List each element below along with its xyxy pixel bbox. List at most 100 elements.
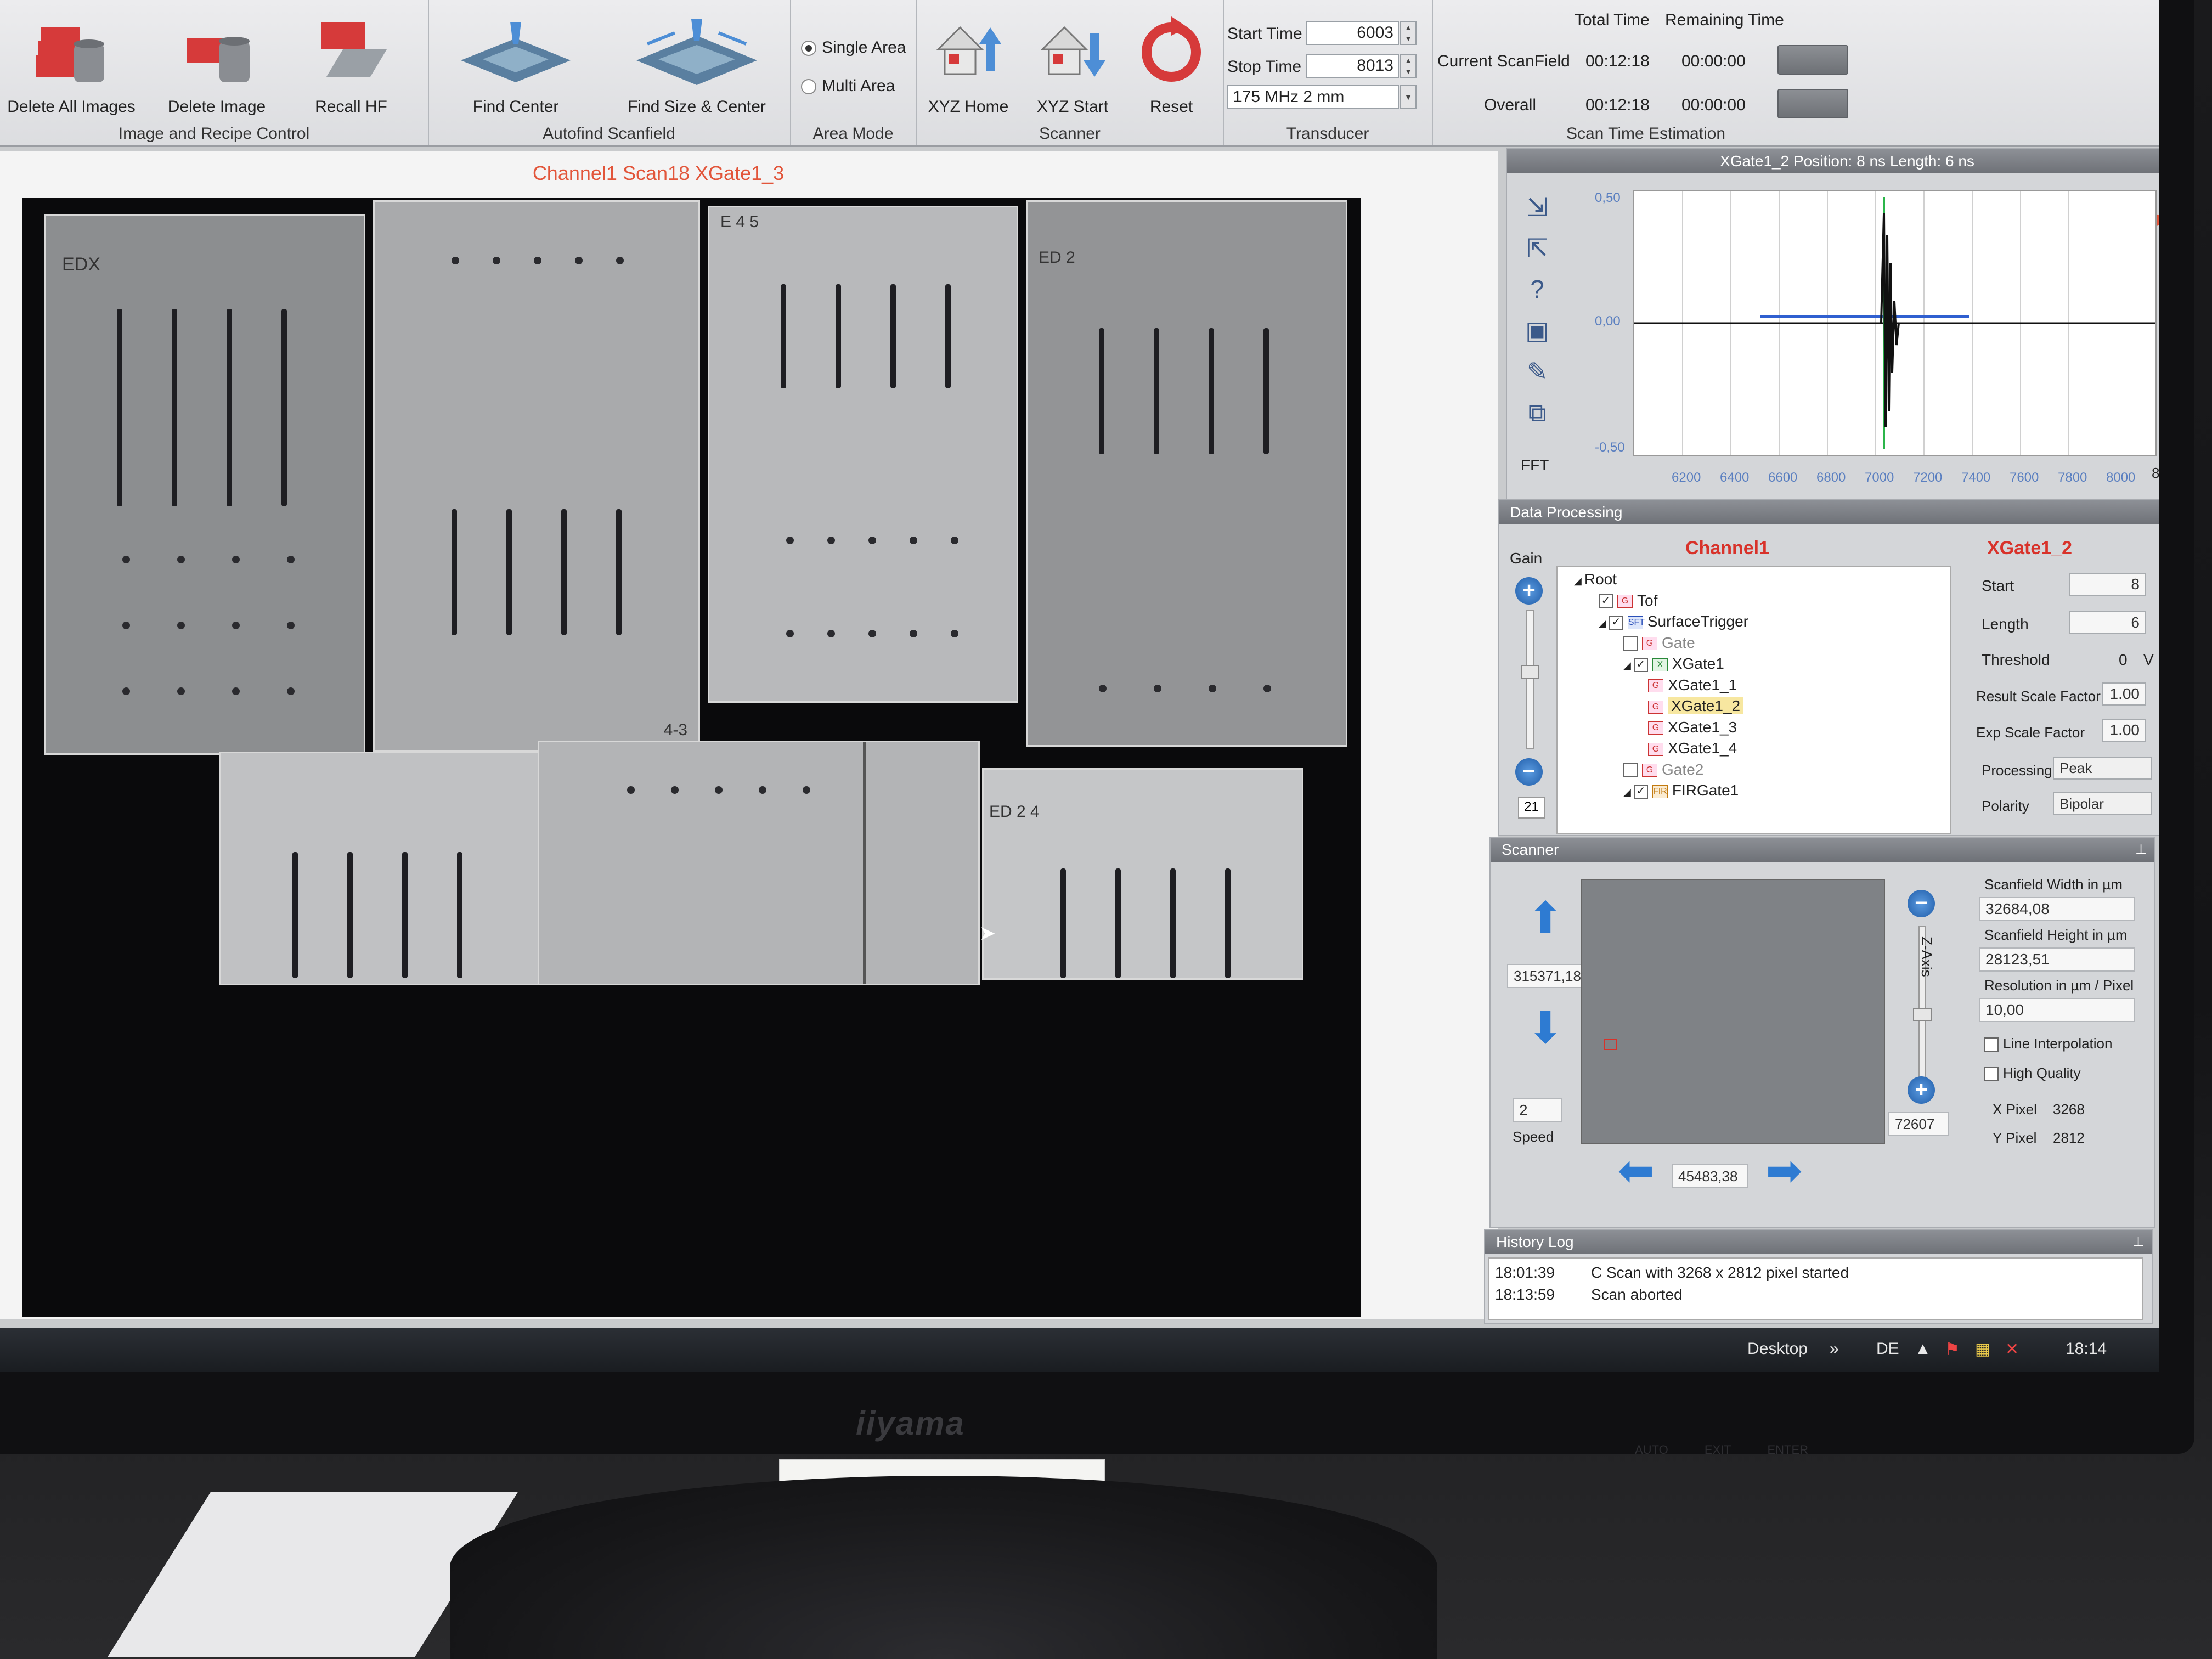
pin-icon[interactable]: ⊥: [2132, 1230, 2144, 1254]
hole: [122, 556, 130, 563]
y-position-field[interactable]: 315371,18: [1507, 964, 1584, 988]
sample-label-1: EDX: [62, 254, 100, 275]
language-indicator[interactable]: DE: [1876, 1340, 1899, 1358]
tree-checkbox[interactable]: [1623, 636, 1638, 651]
tree-node[interactable]: G XGate1_4: [1648, 740, 1737, 757]
y-pixel-value: 2812: [2053, 1130, 2085, 1146]
exp-scale-input[interactable]: 1.00: [2102, 719, 2146, 742]
gain-slider-track[interactable]: [1526, 610, 1534, 749]
multi-area-radio[interactable]: Multi Area: [801, 77, 895, 95]
monitor-auto-button[interactable]: AUTO: [1635, 1443, 1668, 1457]
xyz-start-button[interactable]: XYZ Start: [1026, 11, 1119, 116]
line-interpolation-checkbox[interactable]: Line Interpolation: [1984, 1035, 2112, 1052]
delete-image-button[interactable]: Delete Image: [154, 11, 280, 116]
processing-select[interactable]: Peak: [2053, 757, 2152, 780]
speed-select[interactable]: 2: [1513, 1098, 1562, 1122]
stop-time-spinner[interactable]: ▲ ▼: [1400, 54, 1417, 78]
xyz-home-button[interactable]: XYZ Home: [922, 11, 1015, 116]
desktop-toolbar[interactable]: Desktop: [1747, 1340, 1808, 1358]
clock[interactable]: 18:14: [2066, 1340, 2107, 1358]
start-time-spinner[interactable]: ▲ ▼: [1400, 21, 1417, 45]
cscan-image[interactable]: EDX 4-3 E 4 5 ED 2 ED 2 4 ➤: [22, 198, 1361, 1317]
chevron-down-icon[interactable]: ▼: [1400, 85, 1417, 109]
length-input[interactable]: 6: [2069, 611, 2146, 634]
fft-label[interactable]: FFT: [1521, 456, 1549, 474]
network-icon[interactable]: ▦: [1975, 1340, 1990, 1359]
result-scale-input[interactable]: 1.00: [2102, 682, 2146, 706]
help-icon[interactable]: ?: [1518, 270, 1556, 308]
expand-icon[interactable]: ◢: [1623, 787, 1634, 798]
tree-checkbox[interactable]: ✓: [1599, 594, 1613, 609]
scanner-map[interactable]: [1581, 879, 1885, 1144]
gain-down-button[interactable]: −: [1515, 758, 1543, 786]
tree-node[interactable]: ◢ ✓ FIR FIRGate1: [1623, 782, 1739, 799]
expand-icon[interactable]: ◢: [1599, 618, 1609, 629]
single-area-label: Single Area: [822, 38, 906, 57]
tree-node[interactable]: ✓ G Tof: [1599, 592, 1657, 610]
slot: [890, 284, 896, 388]
recall-hf-button[interactable]: Recall HF: [291, 11, 411, 116]
zoom-in-icon[interactable]: ⇲: [1518, 188, 1556, 226]
volume-muted-icon[interactable]: ✕: [2005, 1340, 2019, 1359]
expand-icon[interactable]: ◢: [1574, 575, 1584, 586]
flag-icon[interactable]: ⚑: [1945, 1340, 1960, 1359]
delete-all-images-button[interactable]: Delete All Images: [5, 11, 137, 116]
move-right-button[interactable]: ➡: [1757, 1145, 1812, 1196]
group-label-area-mode: Area Mode: [812, 125, 894, 143]
tree-checkbox[interactable]: ✓: [1609, 615, 1623, 630]
recall-hf-label: Recall HF: [315, 98, 387, 116]
taskbar-expand-icon[interactable]: »: [1830, 1340, 1839, 1358]
move-left-button[interactable]: ⬅: [1609, 1145, 1663, 1196]
stop-time-input[interactable]: 8013: [1306, 54, 1399, 78]
tree-node[interactable]: ◢ ✓ SFT SurfaceTrigger: [1599, 613, 1748, 630]
tree-node[interactable]: G XGate1_3: [1648, 719, 1737, 736]
tree-checkbox[interactable]: ✓: [1633, 657, 1648, 672]
tree-checkbox[interactable]: ✓: [1633, 784, 1648, 799]
high-quality-checkbox[interactable]: High Quality: [1984, 1065, 2081, 1082]
gain-slider-thumb[interactable]: [1521, 665, 1539, 679]
start-input[interactable]: 8: [2069, 573, 2146, 596]
tree-node[interactable]: G Gate: [1623, 634, 1695, 652]
expand-icon[interactable]: ◢: [1623, 660, 1634, 671]
ascan-panel: XGate1_2 Position: 8 ns Length: 6 ns⊥ ⇲ …: [1506, 148, 2159, 501]
copy-icon[interactable]: ⧉: [1518, 393, 1556, 432]
slot: [1225, 868, 1231, 978]
tree-node[interactable]: ◢ Root: [1574, 571, 1617, 588]
tree-node[interactable]: ◢ ✓ X XGate1: [1623, 655, 1724, 673]
tray-up-icon[interactable]: ▲: [1915, 1340, 1931, 1358]
pin-icon[interactable]: ⊥: [2135, 838, 2147, 862]
resolution-input[interactable]: 10,00: [1979, 998, 2135, 1022]
threshold-value[interactable]: 0: [2119, 651, 2128, 669]
tree-node[interactable]: G XGate1_2: [1648, 697, 1744, 715]
tree-node[interactable]: G Gate2: [1623, 761, 1703, 778]
gain-value[interactable]: 21: [1518, 797, 1545, 819]
tree-checkbox[interactable]: [1623, 763, 1638, 778]
monitor-enter-button[interactable]: ENTER: [1767, 1443, 1808, 1457]
single-area-radio[interactable]: Single Area: [801, 38, 906, 57]
zoom-out-icon[interactable]: ⇱: [1518, 229, 1556, 267]
save-icon[interactable]: ▣: [1518, 311, 1556, 349]
find-center-button[interactable]: Find Center: [433, 11, 598, 116]
z-position-field[interactable]: 72607: [1888, 1112, 1949, 1136]
monitor-exit-button[interactable]: EXIT: [1705, 1443, 1731, 1457]
z-plus-button[interactable]: +: [1908, 1076, 1935, 1104]
polarity-label: Polarity: [1982, 798, 2029, 814]
height-input[interactable]: 28123,51: [1979, 947, 2135, 972]
x-position-field[interactable]: 45483,38: [1672, 1164, 1748, 1188]
checkbox[interactable]: [1984, 1067, 1999, 1082]
reset-button[interactable]: Reset: [1130, 11, 1212, 116]
gain-up-button[interactable]: +: [1515, 577, 1543, 605]
polarity-select[interactable]: Bipolar: [2053, 792, 2152, 815]
edit-icon[interactable]: ✎: [1518, 352, 1556, 391]
move-down-button[interactable]: ⬇: [1518, 1002, 1573, 1053]
z-slider-thumb[interactable]: [1913, 1008, 1932, 1021]
z-minus-button[interactable]: −: [1908, 890, 1935, 917]
start-time-input[interactable]: 6003: [1306, 21, 1399, 45]
ascan-plot[interactable]: [1633, 190, 2157, 456]
find-size-center-button[interactable]: Find Size & Center: [609, 11, 785, 116]
move-up-button[interactable]: ⬆: [1518, 893, 1573, 944]
tree-node[interactable]: G XGate1_1: [1648, 676, 1737, 694]
width-input[interactable]: 32684,08: [1979, 897, 2135, 921]
checkbox[interactable]: [1984, 1037, 1999, 1052]
probe-select[interactable]: 175 MHz 2 mm: [1227, 85, 1399, 109]
